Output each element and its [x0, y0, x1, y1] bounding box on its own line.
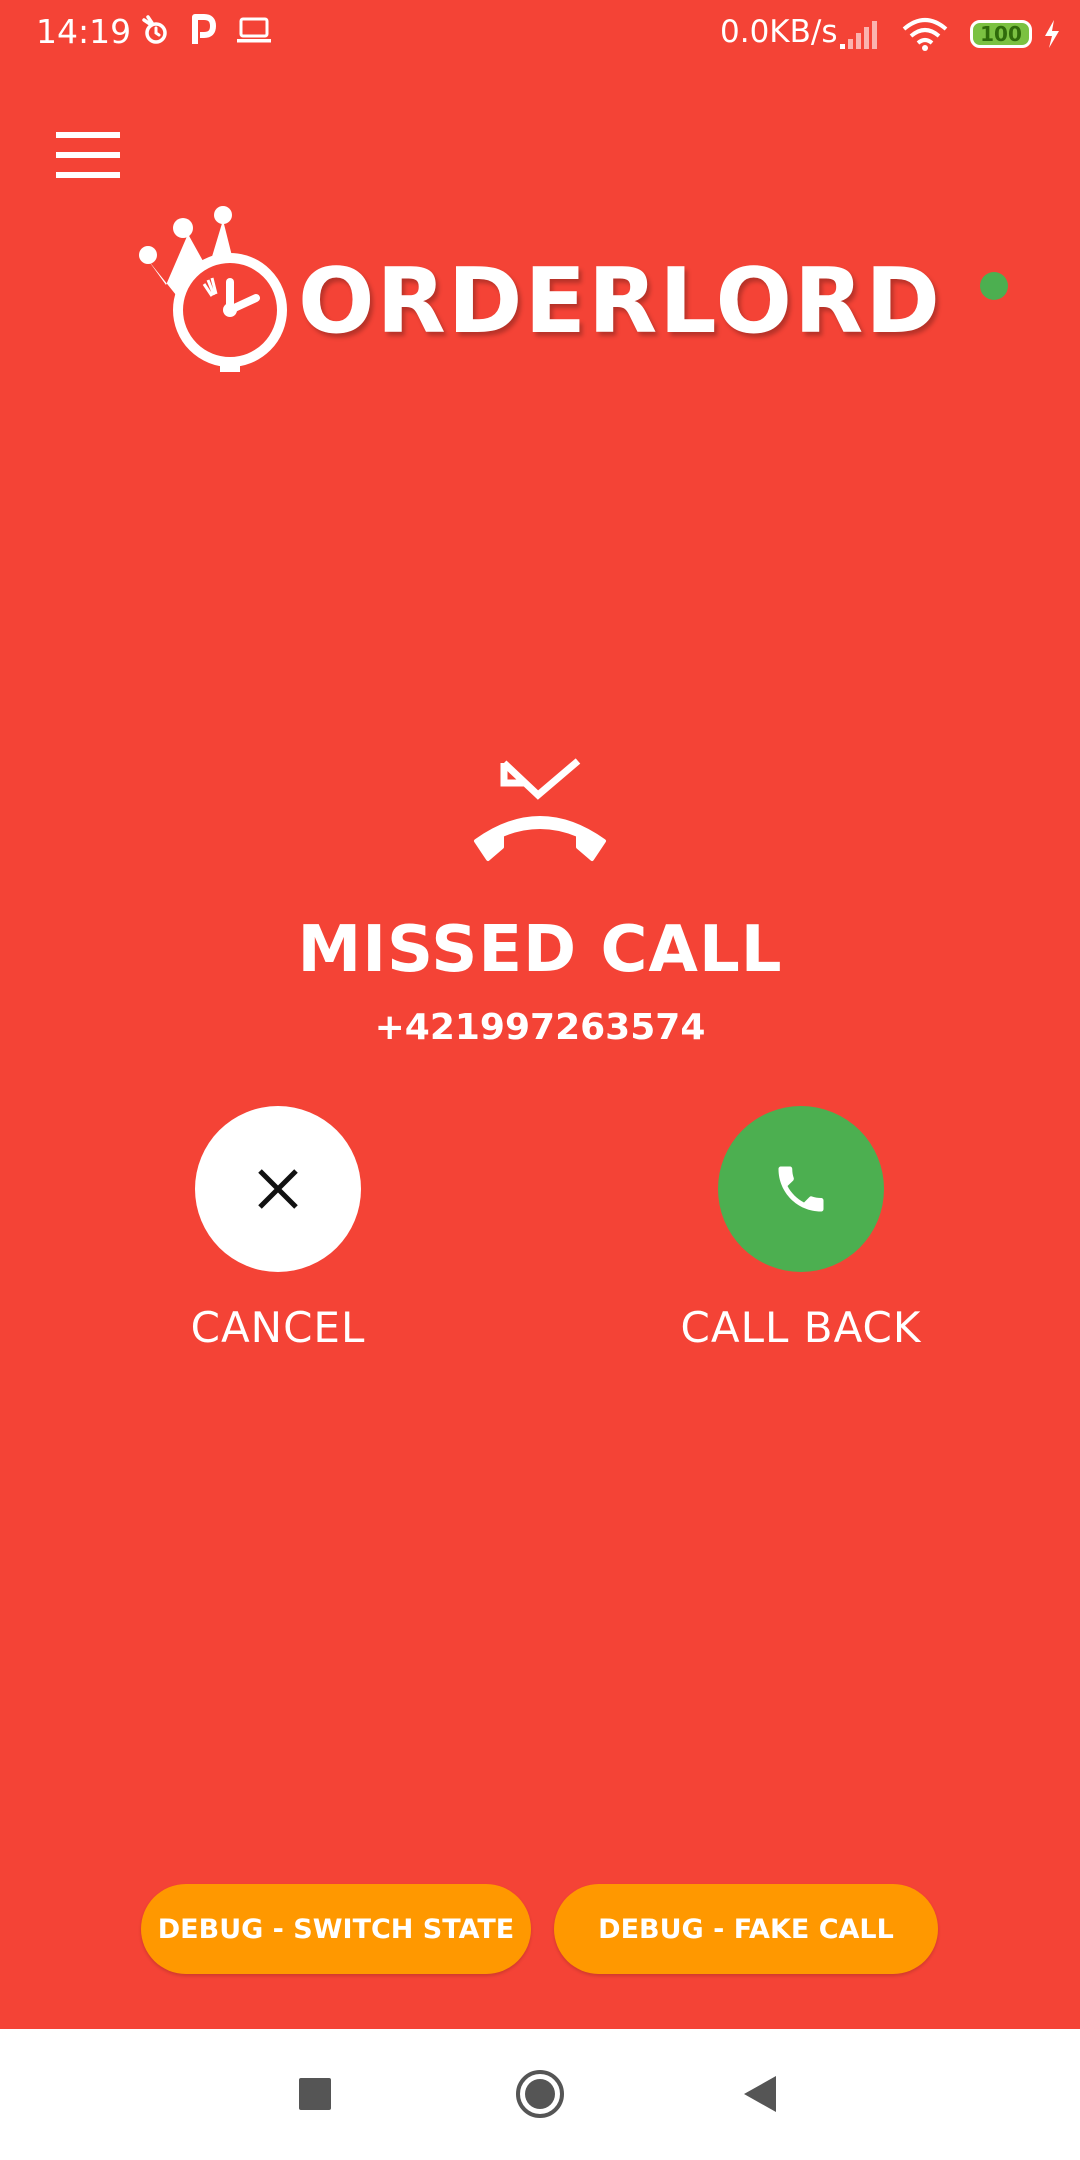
close-icon [258, 1169, 298, 1209]
cancel-action: CANCEL [128, 1106, 428, 1354]
recent-apps-button[interactable] [280, 2059, 350, 2129]
orderlord-logo: ORDERLORD [138, 200, 940, 380]
status-left-icons [140, 14, 272, 46]
menu-icon[interactable] [48, 120, 128, 190]
wifi-icon [902, 18, 948, 51]
logo-wordmark: ORDERLORD [298, 249, 942, 354]
navigation-bar [0, 2029, 1080, 2160]
call-back-label: CALL BACK [680, 1303, 922, 1352]
laptop-icon [237, 17, 271, 43]
phone-icon [778, 1166, 824, 1212]
parking-p-icon [192, 14, 216, 44]
home-button[interactable] [505, 2059, 575, 2129]
network-speed: 0.0KB/s [720, 14, 838, 50]
square-icon [299, 2078, 331, 2110]
debug-fake-call-button[interactable]: DEBUG - FAKE CALL [554, 1884, 938, 1974]
home-circle-icon [516, 2070, 564, 2118]
signal-icon [840, 21, 877, 49]
app-screen: 14:19 0.0KB/s 100 ORDERLORD MISSED CALL … [0, 0, 1080, 2029]
status-right-icons: 100 [838, 14, 1062, 54]
missed-call-icon [474, 758, 606, 861]
missed-call-title: MISSED CALL [297, 913, 783, 987]
battery-level: 100 [980, 22, 1022, 46]
cancel-button[interactable] [195, 1106, 361, 1272]
connection-status-dot [980, 272, 1008, 300]
crown-clock-icon [139, 206, 287, 372]
menu-icon-bar [56, 172, 120, 178]
menu-icon-bar [56, 152, 120, 158]
back-button[interactable] [725, 2059, 795, 2129]
debug-switch-state-button[interactable]: DEBUG - SWITCH STATE [141, 1884, 531, 1974]
charging-icon [1045, 20, 1059, 48]
caller-phone-number: +421997263574 [374, 1007, 706, 1048]
alarm-icon [142, 15, 167, 44]
cancel-label: CANCEL [190, 1303, 366, 1352]
menu-icon-bar [56, 132, 120, 138]
status-time: 14:19 [36, 12, 132, 51]
back-triangle-icon [744, 2076, 776, 2112]
status-bar: 14:19 0.0KB/s 100 [0, 0, 1080, 66]
call-back-action: CALL BACK [651, 1106, 951, 1354]
call-back-button[interactable] [718, 1106, 884, 1272]
battery-icon: 100 [970, 20, 1032, 48]
